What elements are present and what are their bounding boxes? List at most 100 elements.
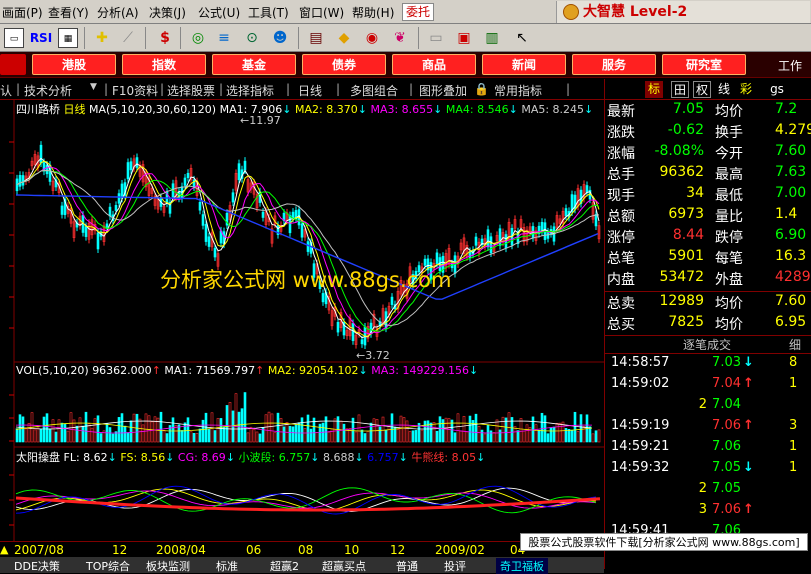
nav-fund[interactable]: 基金 <box>212 54 296 75</box>
candle-body <box>306 241 310 252</box>
volume-bar <box>441 419 445 443</box>
trade-row: 2 7.05 <box>605 481 811 502</box>
candle-body <box>114 205 118 211</box>
tab-f10[interactable]: F10资料 <box>112 82 158 99</box>
btab-dde[interactable]: DDE决策 <box>14 558 60 574</box>
tab-select-stock[interactable]: 选择股票 <box>167 82 215 99</box>
trade-volume: 1 <box>789 439 798 454</box>
btab-active[interactable]: 奇卫福板 <box>496 558 548 574</box>
quote-label: 均价 <box>715 104 743 120</box>
briefcase-icon[interactable]: ▤ <box>306 28 326 48</box>
dollar-icon[interactable]: $ <box>155 28 175 48</box>
menu-tools[interactable]: 工具(T) <box>248 4 289 21</box>
candle-body <box>594 214 598 227</box>
trade-button[interactable]: 委托 <box>402 3 434 21</box>
nav-hk-stocks[interactable]: 港股 <box>32 54 116 75</box>
volume-bar <box>297 422 301 443</box>
nav-service[interactable]: 服务 <box>572 54 656 75</box>
volume-bar <box>420 429 424 443</box>
menu-screen[interactable]: 画面(P) <box>2 4 43 21</box>
volume-bar <box>438 416 442 443</box>
diamond-icon[interactable]: ◆ <box>334 28 354 48</box>
quote-label: 跌停 <box>715 230 743 246</box>
ruler-icon[interactable]: ⟋ <box>118 28 138 48</box>
volume-bar <box>45 413 49 443</box>
books-icon[interactable]: ▥ <box>482 28 502 48</box>
toolbar-separator <box>180 27 181 49</box>
tab-right[interactable]: 权 <box>693 81 711 98</box>
tab-mark[interactable]: 标 <box>645 81 663 98</box>
toolbar-separator <box>145 27 146 49</box>
volume-bar <box>405 420 409 443</box>
chart-area[interactable]: 四川路桥 日线 MA(5,10,20,30,60,120) MA1: 7.906… <box>0 100 604 548</box>
tab-stub[interactable]: 认 <box>0 82 12 99</box>
dropdown-arrow-icon[interactable]: ▼ <box>90 82 97 92</box>
tab-separator: | <box>409 82 414 96</box>
lock-icon[interactable]: 🔒 <box>474 82 489 96</box>
btab-super-buy[interactable]: 超赢买点 <box>322 558 366 574</box>
menu-window[interactable]: 窗口(W) <box>299 4 344 21</box>
menu-formula[interactable]: 公式(U) <box>198 4 240 21</box>
chart-canvas[interactable] <box>0 100 604 548</box>
volume-bar <box>75 425 79 443</box>
tab-technical[interactable]: 技术分析 <box>24 82 72 99</box>
btab-normal[interactable]: 普通 <box>396 558 418 574</box>
menu-decision[interactable]: 决策(J) <box>149 4 186 21</box>
binoculars-icon[interactable]: ⊙ <box>242 28 262 48</box>
volume-bar <box>246 432 250 443</box>
help-cursor-icon[interactable]: ↖ <box>512 28 532 48</box>
tab-daily[interactable]: 日线 <box>298 82 322 99</box>
tab-select-indicator[interactable]: 选择指标 <box>226 82 274 99</box>
tab-color[interactable]: 彩 <box>737 81 755 98</box>
heart-icon[interactable]: ❦ <box>390 28 410 48</box>
tab-overlay[interactable]: 图形叠加 <box>419 82 467 99</box>
crosshair-icon[interactable]: ✚ <box>92 28 112 48</box>
trades-title: 逐笔成交 <box>683 338 732 352</box>
candle-body <box>435 252 439 264</box>
menu-analysis[interactable]: 分析(A) <box>97 4 139 21</box>
btab-super2[interactable]: 超赢2 <box>270 558 299 574</box>
volume-bar <box>378 426 382 443</box>
tab-bar: 认 | 技术分析 ▼ | F10资料 | 选择股票 | 选择指标 | 日线 | … <box>0 79 640 100</box>
quote-label: 最高 <box>715 167 743 183</box>
stack-icon[interactable]: ≡ <box>214 28 234 48</box>
tab-gs[interactable]: gs <box>765 81 789 98</box>
date-label: 06 <box>246 543 262 557</box>
tab-line[interactable]: 线 <box>715 81 733 98</box>
nav-work[interactable]: 工作 <box>778 57 802 74</box>
volume-bar <box>318 423 322 443</box>
menu-view[interactable]: 查看(Y) <box>48 4 89 21</box>
btab-sector[interactable]: 板块监测 <box>146 558 190 574</box>
nav-research[interactable]: 研究室 <box>662 54 746 75</box>
window-icon[interactable]: ▣ <box>454 28 474 48</box>
volume-bar <box>234 393 238 443</box>
btab-standard[interactable]: 标准 <box>216 558 238 574</box>
people-icon[interactable]: ☻ <box>270 28 290 48</box>
nav-index[interactable]: 指数 <box>122 54 206 75</box>
btab-review[interactable]: 投评 <box>444 558 466 574</box>
volume-bar <box>51 419 55 443</box>
menu-help[interactable]: 帮助(H) <box>352 4 394 21</box>
nav-bond[interactable]: 债券 <box>302 54 386 75</box>
tab-grid[interactable]: 田 <box>671 81 689 98</box>
toolbar-separator <box>298 27 299 49</box>
volume-bar <box>495 419 499 443</box>
tab-common-indicators[interactable]: 常用指标 <box>494 82 542 99</box>
volume-bar <box>339 420 343 443</box>
tab-multi-chart[interactable]: 多图组合 <box>350 82 398 99</box>
nav-news[interactable]: 新闻 <box>482 54 566 75</box>
grid-icon[interactable]: ▦ <box>58 28 78 48</box>
volume-bar <box>87 423 91 443</box>
volume-bar <box>93 418 97 443</box>
nav-commodity[interactable]: 商品 <box>392 54 476 75</box>
ma-lines <box>15 157 600 434</box>
sun-line <box>15 488 597 512</box>
note-icon[interactable]: ▭ <box>426 28 446 48</box>
btab-top[interactable]: TOP综合 <box>86 558 130 574</box>
spiral-icon[interactable]: ◉ <box>362 28 382 48</box>
glasses-icon[interactable]: ◎ <box>188 28 208 48</box>
trades-detail-link[interactable]: 细 <box>789 336 801 354</box>
volume-bar <box>513 426 517 443</box>
monitor-icon[interactable]: ▭ <box>4 28 24 48</box>
rsi-icon[interactable]: RSI <box>28 28 54 48</box>
